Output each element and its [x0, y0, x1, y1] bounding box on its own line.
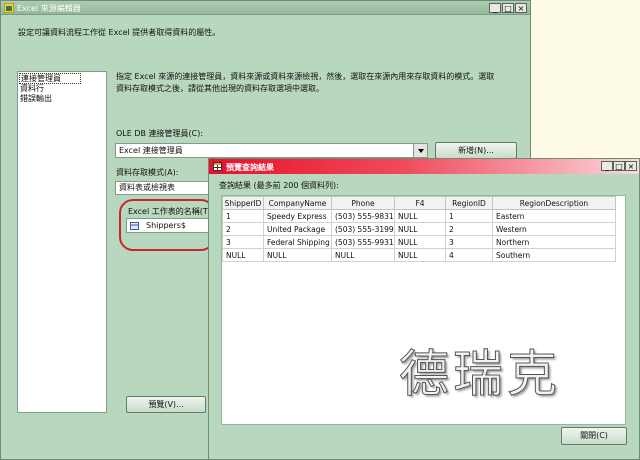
- window-description: 設定可讓資料流程工作從 Excel 提供者取得資料的屬性。: [18, 28, 221, 37]
- connection-manager-combo[interactable]: Excel 連接管理員: [115, 143, 428, 158]
- sheet-name-combo[interactable]: Shippers$: [126, 218, 209, 233]
- table-icon: [130, 222, 139, 230]
- table-cell: NULL: [394, 235, 446, 249]
- column-header[interactable]: Phone: [331, 196, 395, 210]
- preview-close-x-button[interactable]: ×: [625, 161, 637, 171]
- minimize-button[interactable]: _: [489, 3, 501, 13]
- preview-title-bar[interactable]: 預覽查詢結果 _ □ ×: [209, 159, 639, 174]
- new-connection-button[interactable]: 新增(N)...: [435, 142, 517, 159]
- table-cell: Western: [492, 222, 616, 236]
- table-cell: NULL: [222, 248, 264, 262]
- preview-minimize-button[interactable]: _: [601, 161, 613, 171]
- window-title: Excel 來源編輯器: [17, 4, 81, 13]
- column-header[interactable]: RegionDescription: [492, 196, 616, 210]
- sidebar-item-columns[interactable]: 資料行: [20, 84, 44, 94]
- table-cell: 3: [445, 235, 493, 249]
- connection-manager-value: Excel 連接管理員: [119, 146, 183, 155]
- preview-button[interactable]: 預覽(V)...: [126, 396, 206, 413]
- results-table: ShipperID CompanyName Phone F4 RegionID …: [222, 196, 616, 262]
- preview-results-window: 預覽查詢結果 _ □ × 查詢結果 (最多前 200 個資料列): Shippe…: [208, 158, 640, 460]
- grid-icon: [213, 162, 222, 171]
- sheet-name-label: Excel 工作表的名稱(T):: [128, 207, 214, 216]
- table-cell: United Package: [263, 222, 332, 236]
- table-cell: (503) 555-9831: [331, 209, 395, 223]
- table-cell: NULL: [263, 248, 332, 262]
- column-header[interactable]: RegionID: [445, 196, 493, 210]
- table-cell: NULL: [331, 248, 395, 262]
- table-cell: Eastern: [492, 209, 616, 223]
- table-cell: 2: [445, 222, 493, 236]
- table-row[interactable]: 2 United Package (503) 555-3199 NULL 2 W…: [222, 222, 616, 236]
- column-header[interactable]: F4: [394, 196, 446, 210]
- sidebar-item-error-output[interactable]: 錯誤輸出: [20, 94, 52, 104]
- preview-maximize-button[interactable]: □: [613, 161, 625, 171]
- instructions-text: 指定 Excel 來源的連接管理員，資料來源或資料來源檢視，然後，選取在來源內用…: [116, 72, 495, 93]
- app-icon: [4, 3, 14, 13]
- sidebar-item-connection-manager[interactable]: 連接管理員: [19, 73, 81, 84]
- table-cell: Speedy Express: [263, 209, 332, 223]
- maximize-button[interactable]: □: [502, 3, 514, 13]
- close-preview-button[interactable]: 關閉(C): [561, 427, 627, 445]
- table-cell: NULL: [394, 248, 446, 262]
- title-bar[interactable]: Excel 來源編輯器 _ □ ×: [1, 1, 530, 15]
- column-header[interactable]: CompanyName: [263, 196, 332, 210]
- access-mode-label: 資料存取模式(A):: [116, 168, 179, 177]
- table-cell: (503) 555-3199: [331, 222, 395, 236]
- table-row[interactable]: 1 Speedy Express (503) 555-9831 NULL 1 E…: [222, 209, 616, 223]
- table-cell: 1: [445, 209, 493, 223]
- connection-manager-label: OLE DB 連接管理員(C):: [116, 129, 204, 138]
- table-cell: 4: [445, 248, 493, 262]
- table-cell: Federal Shipping: [263, 235, 332, 249]
- table-cell: Northern: [492, 235, 616, 249]
- table-row[interactable]: 3 Federal Shipping (503) 555-9931 NULL 3…: [222, 235, 616, 249]
- access-mode-value: 資料表或檢視表: [119, 183, 175, 192]
- access-mode-combo[interactable]: 資料表或檢視表: [115, 181, 211, 195]
- table-cell: 2: [222, 222, 264, 236]
- page-list: 連接管理員 資料行 錯誤輸出: [17, 71, 107, 413]
- table-row[interactable]: NULL NULL NULL NULL 4 Southern: [222, 248, 616, 262]
- close-button[interactable]: ×: [515, 3, 527, 13]
- table-cell: 1: [222, 209, 264, 223]
- table-cell: NULL: [394, 209, 446, 223]
- preview-title: 預覽查詢結果: [226, 163, 274, 172]
- watermark: 德瑞克: [399, 345, 561, 404]
- sheet-name-value: Shippers$: [146, 221, 186, 230]
- dropdown-arrow-icon[interactable]: [413, 144, 427, 157]
- table-cell: NULL: [394, 222, 446, 236]
- table-cell: (503) 555-9931: [331, 235, 395, 249]
- column-header[interactable]: ShipperID: [222, 196, 264, 210]
- preview-subtitle: 查詢結果 (最多前 200 個資料列):: [219, 181, 339, 190]
- table-header-row: ShipperID CompanyName Phone F4 RegionID …: [222, 196, 616, 210]
- table-cell: Southern: [492, 248, 616, 262]
- table-cell: 3: [222, 235, 264, 249]
